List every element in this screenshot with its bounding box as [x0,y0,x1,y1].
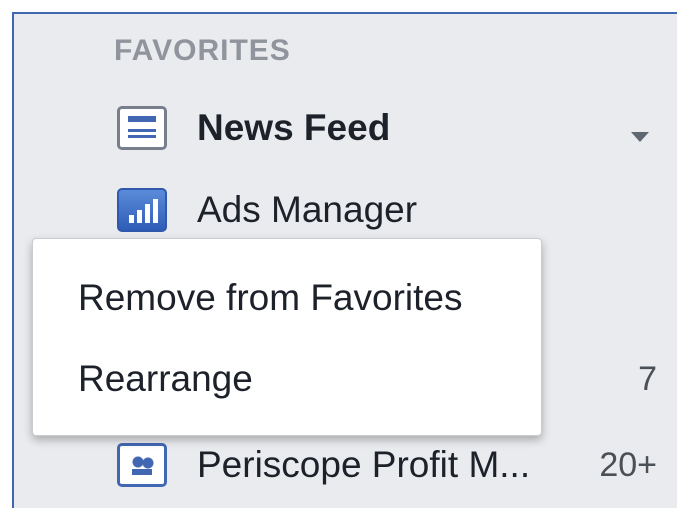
chevron-down-icon[interactable] [631,132,649,142]
favorites-section-title: FAVORITES [114,34,291,67]
screenshot-frame: FAVORITES News Feed Ads Manager 7 Perisc… [0,0,677,508]
group-icon [117,443,167,487]
notification-count: 20+ [599,445,657,484]
chart-bar-icon-part [129,215,134,223]
sidebar-item-periscope-profit[interactable]: Periscope Profit M... 20+ [117,433,657,497]
chart-bar-icon-part [153,199,158,223]
remove-from-favorites-menu-item[interactable]: Remove from Favorites [33,263,541,333]
sidebar-item-label: Periscope Profit M... [197,444,531,485]
chart-bar-icon-part [145,204,150,223]
notification-count: 7 [638,359,657,398]
sidebar-item-news-feed[interactable]: News Feed [117,96,657,160]
rearrange-menu-item[interactable]: Rearrange [33,344,541,414]
newsfeed-icon [117,106,167,150]
sidebar-item-label: News Feed [197,107,391,148]
sidebar-item-ads-manager[interactable]: Ads Manager [117,178,657,242]
sidebar-item-label: Ads Manager [197,189,418,230]
ads-manager-icon [117,188,167,232]
favorites-context-menu: Remove from Favorites Rearrange [32,238,542,436]
chart-bar-icon-part [137,210,142,223]
